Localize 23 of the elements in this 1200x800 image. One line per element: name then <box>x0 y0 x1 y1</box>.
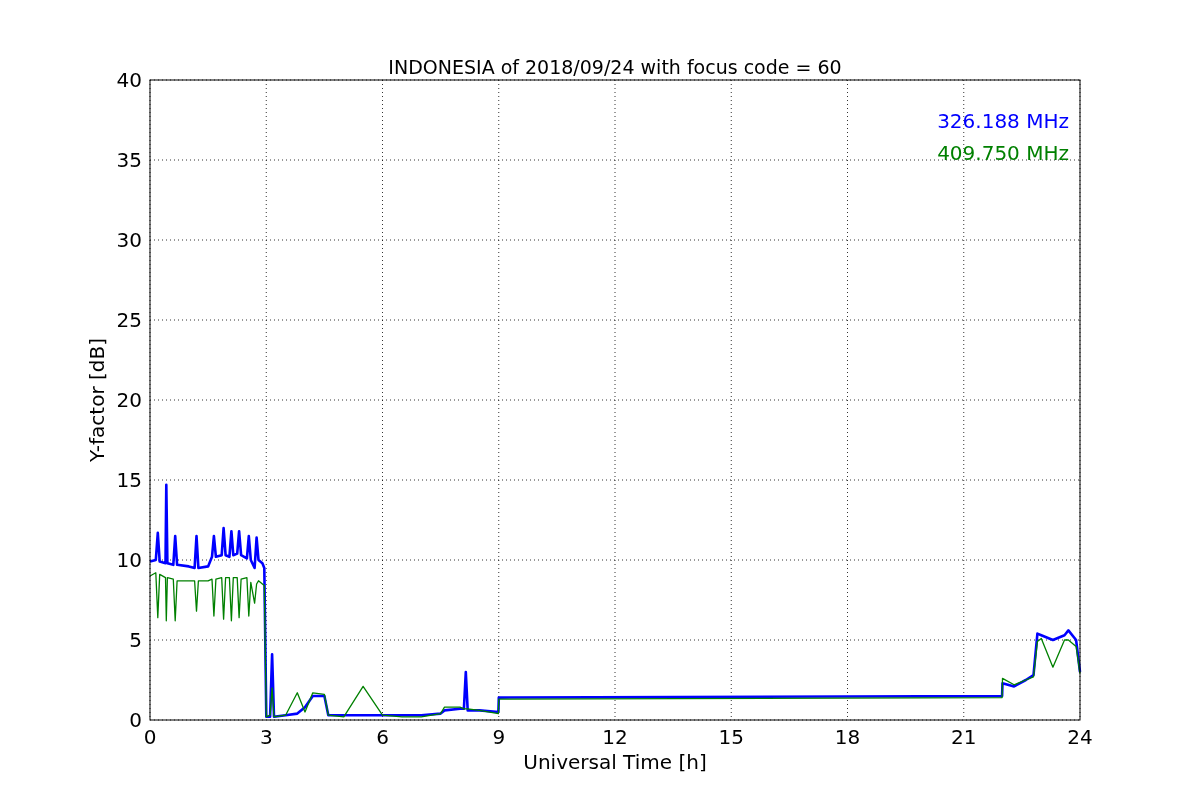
y-axis-label: Y-factor [dB] <box>85 338 109 462</box>
y-tick-label: 10 <box>116 548 142 572</box>
y-tick-label: 5 <box>129 628 142 652</box>
x-tick-label: 6 <box>376 725 389 749</box>
x-tick-label: 24 <box>1067 725 1093 749</box>
y-tick-label: 20 <box>116 388 142 412</box>
x-axis-label: Universal Time [h] <box>523 750 707 774</box>
y-tick-label: 0 <box>129 708 142 732</box>
x-tick-label: 15 <box>718 725 744 749</box>
y-tick-label: 15 <box>116 468 142 492</box>
x-tick-label: 18 <box>834 725 861 749</box>
legend-label: 409.750 MHz <box>937 141 1069 165</box>
y-tick-label: 40 <box>116 68 142 92</box>
x-tick-label: 0 <box>143 725 157 749</box>
x-tick-label: 21 <box>951 725 977 749</box>
y-tick-label: 35 <box>116 148 142 172</box>
y-tick-label: 25 <box>116 308 142 332</box>
x-tick-label: 9 <box>492 725 506 749</box>
x-tick-label: 3 <box>259 725 273 749</box>
legend-label: 326.188 MHz <box>937 109 1069 133</box>
chart-title: INDONESIA of 2018/09/24 with focus code = 60 <box>388 56 842 78</box>
x-tick-label: 12 <box>602 725 628 749</box>
y-tick-label: 30 <box>116 228 142 252</box>
